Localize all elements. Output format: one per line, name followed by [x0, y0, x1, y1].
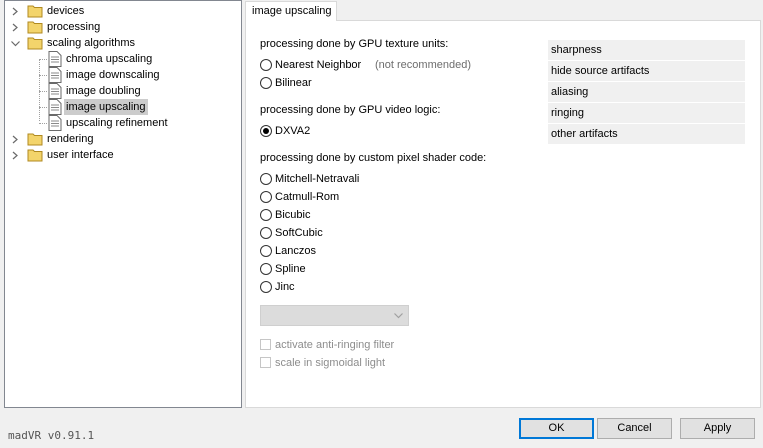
radio-label: Lanczos	[275, 245, 316, 257]
folder-icon	[27, 5, 43, 18]
settings-page-icon	[48, 67, 62, 83]
tree-item-upscaling-refinement[interactable]: upscaling refinement	[5, 115, 241, 131]
tree-item-image-doubling[interactable]: image doubling	[5, 83, 241, 99]
tree-item-label: devices	[47, 5, 85, 17]
tree-item-user-interface[interactable]: user interface	[5, 147, 241, 163]
tree-item-image-upscaling[interactable]: image upscaling	[5, 99, 241, 115]
settings-page-icon	[48, 83, 62, 99]
chevron-down-icon[interactable]	[11, 39, 20, 48]
tree-item-image-downscaling[interactable]: image downscaling	[5, 67, 241, 83]
radio-label: DXVA2	[275, 125, 311, 137]
radio-dxva2[interactable]	[260, 125, 272, 137]
radio-label: Catmull-Rom	[275, 191, 340, 203]
checkbox-label: activate anti-ringing filter	[275, 339, 395, 351]
folder-icon	[27, 133, 43, 146]
tree-item-devices[interactable]: devices	[5, 3, 241, 19]
info-item-hide-source-artifacts: hide source artifacts	[548, 61, 745, 81]
tree-item-label: image upscaling	[64, 99, 148, 115]
radio-nearest-neighbor[interactable]	[260, 59, 272, 71]
tree-item-label: chroma upscaling	[66, 53, 153, 65]
radio-softcubic[interactable]	[260, 227, 272, 239]
tree-item-label: image doubling	[66, 85, 141, 97]
not-recommended-hint: (not recommended)	[375, 59, 471, 71]
section-label-gpu-texture: processing done by GPU texture units:	[260, 38, 449, 50]
radio-bicubic[interactable]	[260, 209, 272, 221]
taps-dropdown[interactable]	[260, 305, 409, 326]
info-item-other-artifacts: other artifacts	[548, 124, 745, 144]
apply-button[interactable]: Apply	[680, 418, 755, 439]
radio-bilinear[interactable]	[260, 77, 272, 89]
section-label-pixel-shader: processing done by custom pixel shader c…	[260, 152, 487, 164]
tab-image-upscaling[interactable]: image upscaling	[245, 1, 337, 21]
version-label: madVR v0.91.1	[8, 429, 95, 442]
section-label-gpu-video: processing done by GPU video logic:	[260, 104, 441, 116]
radio-label: Bilinear	[275, 77, 312, 89]
radio-label: Spline	[275, 263, 306, 275]
tree-item-label: rendering	[47, 133, 94, 145]
radio-label: Jinc	[275, 281, 295, 293]
info-item-aliasing: aliasing	[548, 82, 745, 102]
tree-item-scaling-algorithms[interactable]: scaling algorithms	[5, 35, 241, 51]
radio-jinc[interactable]	[260, 281, 272, 293]
radio-label: Bicubic	[275, 209, 311, 221]
tree-item-processing[interactable]: processing	[5, 19, 241, 35]
radio-label: SoftCubic	[275, 227, 323, 239]
tree-item-label: scaling algorithms	[47, 37, 136, 49]
settings-page-icon	[48, 115, 62, 131]
radio-label: Nearest Neighbor	[275, 59, 362, 71]
tree-item-label: user interface	[47, 149, 114, 161]
folder-icon	[27, 37, 43, 50]
chevron-right-icon[interactable]	[11, 151, 20, 160]
info-item-ringing: ringing	[548, 103, 745, 123]
folder-icon	[27, 21, 43, 34]
chevron-right-icon[interactable]	[11, 23, 20, 32]
radio-label: Mitchell-Netravali	[275, 173, 360, 185]
folder-icon	[27, 149, 43, 162]
radio-lanczos[interactable]	[260, 245, 272, 257]
radio-catmull-rom[interactable]	[260, 191, 272, 203]
tree-item-label: upscaling refinement	[66, 117, 168, 129]
settings-tree[interactable]: devices processing scaling algorithms ch…	[4, 0, 242, 408]
chevron-down-icon	[394, 313, 403, 319]
chevron-right-icon[interactable]	[11, 135, 20, 144]
anti-ringing-checkbox[interactable]	[260, 339, 271, 350]
checkbox-label: scale in sigmoidal light	[275, 357, 386, 369]
cancel-button[interactable]: Cancel	[597, 418, 672, 439]
sigmoidal-light-checkbox[interactable]	[260, 357, 271, 368]
tree-item-rendering[interactable]: rendering	[5, 131, 241, 147]
chevron-right-icon[interactable]	[11, 7, 20, 16]
tree-item-label: processing	[47, 21, 101, 33]
radio-spline[interactable]	[260, 263, 272, 275]
info-item-sharpness: sharpness	[548, 40, 745, 60]
ok-button[interactable]: OK	[519, 418, 594, 439]
radio-mitchell-netravali[interactable]	[260, 173, 272, 185]
settings-page-icon	[48, 51, 62, 67]
tree-item-label: image downscaling	[66, 69, 160, 81]
settings-page-icon	[48, 99, 62, 115]
tree-item-chroma-upscaling[interactable]: chroma upscaling	[5, 51, 241, 67]
